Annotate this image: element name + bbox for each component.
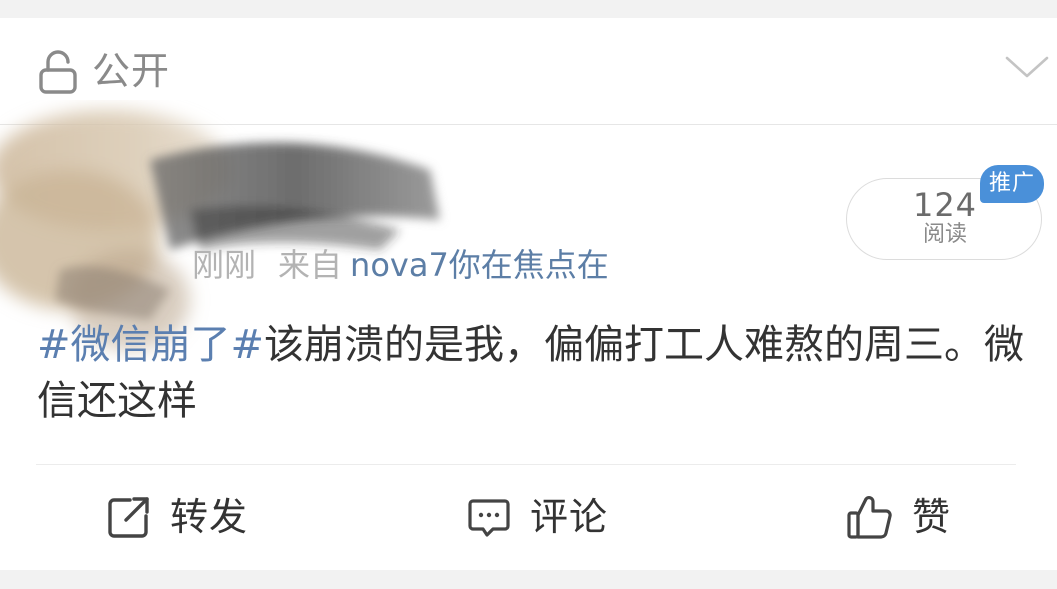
repost-label: 转发 — [170, 495, 249, 539]
divider — [36, 464, 1016, 465]
hashtag-link[interactable]: #微信崩了# — [37, 322, 264, 368]
like-label: 赞 — [912, 495, 952, 539]
repost-button[interactable]: 转发 — [106, 492, 248, 542]
thumbs-up-icon — [847, 496, 892, 539]
post-source-link[interactable]: nova7你在焦点在 — [350, 246, 609, 284]
comment-icon — [468, 499, 510, 537]
post-source-prefix: 来自 — [278, 246, 343, 284]
read-label: 阅读 — [922, 222, 967, 247]
like-button[interactable]: 赞 — [846, 492, 951, 542]
repost-icon — [108, 497, 149, 538]
visibility-label: 公开 — [92, 49, 171, 93]
visibility-selector[interactable]: 公开 — [0, 18, 1057, 125]
post-time: 刚刚 — [192, 246, 257, 284]
promo-badge[interactable]: 推广 — [980, 165, 1044, 203]
chevron-down-icon[interactable] — [1004, 52, 1050, 82]
comment-label: 评论 — [530, 495, 609, 539]
comment-button[interactable]: 评论 — [466, 492, 608, 542]
post-text: #微信崩了#该崩溃的是我，偏偏打工人难熬的周三。微信还这样 — [37, 317, 1027, 429]
post-meta: 刚刚 来自 nova7你在焦点在 — [192, 245, 609, 285]
post-card: 公开 刚刚 来自 nova7你在焦点在 124 阅读 推广 #微信崩了#该崩溃的… — [0, 18, 1057, 570]
lock-icon — [39, 50, 77, 94]
